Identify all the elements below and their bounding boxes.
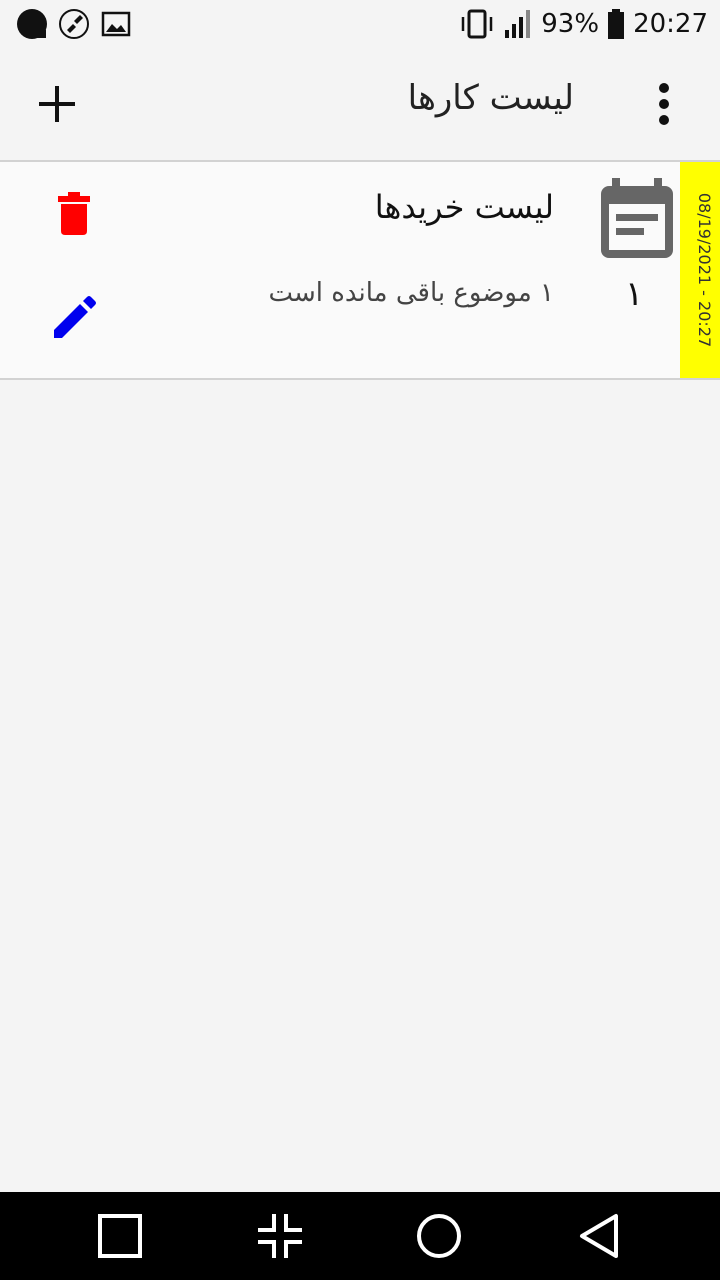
- delete-button[interactable]: [56, 192, 92, 236]
- image-icon: [101, 11, 131, 37]
- page-title: لیست کارها: [407, 78, 574, 118]
- recents-button[interactable]: [96, 1212, 144, 1260]
- collapse-icon: [258, 1214, 302, 1258]
- status-left-icons: [16, 8, 132, 40]
- collapse-button[interactable]: [256, 1212, 304, 1260]
- status-bar: 93% 20:27: [0, 0, 720, 48]
- overflow-menu-button[interactable]: [648, 78, 680, 130]
- battery-percent: 93%: [541, 9, 600, 39]
- list-item[interactable]: 08/19/2021 - 20:27 ۱ لیست خریدها ۱ موضوع…: [0, 162, 720, 380]
- recents-icon: [98, 1214, 142, 1258]
- edit-button[interactable]: [52, 296, 96, 340]
- battery-icon: [608, 9, 625, 39]
- back-icon: [580, 1214, 618, 1258]
- item-count: ۱: [625, 274, 644, 314]
- signal-icon: [505, 10, 531, 38]
- navigation-bar: [0, 1192, 720, 1280]
- home-button[interactable]: [415, 1212, 463, 1260]
- date-strip: 08/19/2021 - 20:27: [680, 162, 720, 378]
- delete-icon: [58, 192, 90, 235]
- circle-icon: [17, 9, 47, 39]
- home-icon: [417, 1214, 461, 1258]
- status-time: 20:27: [633, 9, 708, 39]
- add-button[interactable]: [34, 78, 80, 130]
- back-button[interactable]: [576, 1212, 624, 1260]
- more-vert-icon: [659, 83, 669, 125]
- vibrate-icon: [462, 9, 493, 39]
- item-title: لیست خریدها: [374, 188, 554, 226]
- brush-icon: [59, 9, 89, 39]
- item-subtitle: ۱ موضوع باقی مانده است: [268, 278, 554, 308]
- item-date: 08/19/2021 - 20:27: [695, 192, 714, 348]
- edit-icon: [54, 296, 96, 338]
- calendar-icon: [601, 178, 673, 258]
- app-bar: لیست کارها: [0, 48, 720, 162]
- status-right: 93% 20:27: [459, 6, 708, 42]
- plus-icon: [39, 86, 75, 122]
